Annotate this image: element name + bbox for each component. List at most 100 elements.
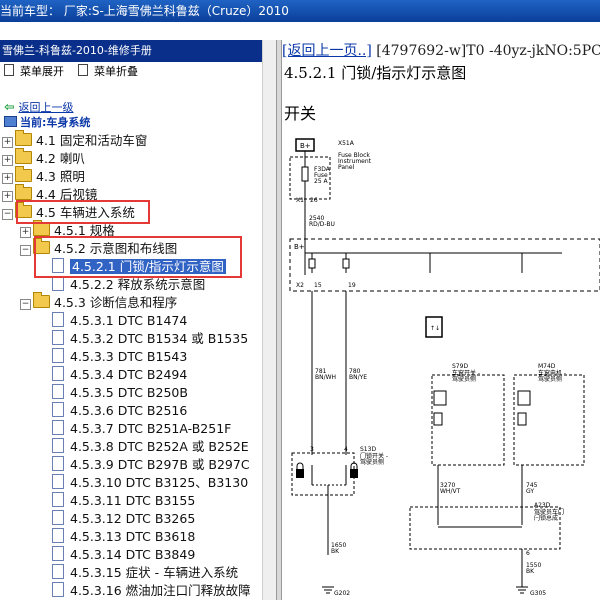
collapse-menu-button[interactable]: 菜单折叠 bbox=[78, 64, 138, 80]
lock-icon-right bbox=[350, 469, 358, 478]
doc-code: [4797692-w]T0 -40yz-jkNO:5PC bbox=[376, 43, 600, 59]
page-icon bbox=[52, 438, 64, 453]
doc-header-line: [返回上一页..] [4797692-w]T0 -40yz-jkNO:5PC bbox=[282, 40, 600, 60]
c2540-label: RD/D-BU bbox=[309, 221, 335, 228]
manual-title: 雪佛兰-科鲁兹-2010-维修手册 bbox=[0, 40, 276, 62]
content-panel: [返回上一页..] [4797692-w]T0 -40yz-jkNO:5PC 4… bbox=[282, 40, 600, 600]
tree-item-dtc-12[interactable]: 4.5.3.12 DTC B3265 bbox=[52, 510, 195, 528]
page-icon bbox=[52, 330, 64, 345]
highlight-box-4-5 bbox=[16, 200, 150, 224]
expand-plus-icon[interactable]: + bbox=[2, 191, 13, 202]
pin15-label: 15 bbox=[314, 282, 322, 289]
s79d-label: S79D bbox=[452, 363, 468, 370]
s79d-desc2: 驾驶员侧 bbox=[452, 375, 476, 383]
page-icon bbox=[52, 402, 64, 417]
expand-plus-icon[interactable]: + bbox=[2, 173, 13, 184]
g202-label: G202 bbox=[334, 590, 350, 597]
tree-item-4-5-3[interactable]: −4.5.3 诊断信息和程序 bbox=[20, 292, 177, 312]
back-page-link[interactable]: [返回上一页..] bbox=[282, 43, 372, 59]
expand-plus-icon[interactable]: + bbox=[20, 227, 31, 238]
pin3-label: 3 bbox=[310, 446, 314, 453]
folder-icon bbox=[33, 220, 50, 236]
collapse-minus-icon[interactable]: − bbox=[20, 245, 31, 256]
page-icon bbox=[52, 384, 64, 399]
page-icon bbox=[52, 582, 64, 597]
tree-item-dtc-7[interactable]: 4.5.3.7 DTC B251A-B251F bbox=[52, 420, 231, 438]
computer-icon bbox=[4, 116, 17, 127]
lock-icon-left bbox=[296, 469, 304, 478]
page-icon bbox=[52, 564, 64, 579]
c1550-label: BK bbox=[526, 568, 535, 575]
wiring-diagram: B+ X51A Fuse Block Instrument Panel F3DA… bbox=[289, 138, 600, 597]
pin26-label: 26 bbox=[310, 197, 318, 204]
tree-item-4-5-2-2[interactable]: 4.5.2.2 释放系统示意图 bbox=[52, 276, 205, 294]
tree-item-dtc-6[interactable]: 4.5.3.6 DTC B2516 bbox=[52, 402, 187, 420]
page-icon bbox=[52, 348, 64, 363]
tree-item-dtc-14[interactable]: 4.5.3.14 DTC B3849 bbox=[52, 546, 195, 564]
m74d-switch bbox=[517, 390, 531, 406]
ground-icon-g202 bbox=[322, 586, 334, 594]
tree-item-dtc-5[interactable]: 4.5.3.5 DTC B250B bbox=[52, 384, 188, 402]
folder-icon bbox=[15, 184, 32, 200]
tree-item-dtc-11[interactable]: 4.5.3.11 DTC B3155 bbox=[52, 492, 195, 510]
m74d-label: M74D bbox=[538, 363, 556, 370]
tree-item-dtc-1[interactable]: 4.5.3.1 DTC B1474 bbox=[52, 312, 187, 330]
c3270-label: WH/VT bbox=[440, 488, 461, 495]
expand-plus-icon[interactable]: + bbox=[2, 155, 13, 166]
c1650-label: BK bbox=[331, 548, 340, 555]
tree-item-dtc-2[interactable]: 4.5.3.2 DTC B1534 或 B1535 bbox=[52, 330, 248, 348]
page-icon bbox=[52, 456, 64, 471]
tree-item-symptom[interactable]: 4.5.3.15 症状 - 车辆进入系统 bbox=[52, 564, 238, 582]
s79d-outline bbox=[431, 374, 505, 466]
x1-label: X1 bbox=[296, 197, 304, 204]
expand-plus-icon[interactable]: + bbox=[2, 137, 13, 148]
bplus2-label: B+ bbox=[294, 243, 305, 251]
page-icon bbox=[52, 546, 64, 561]
left-scrollbar[interactable] bbox=[262, 40, 277, 600]
expand-menu-button[interactable]: 菜单展开 bbox=[4, 64, 64, 80]
x51a-label: X51A bbox=[338, 140, 355, 147]
expand-icon bbox=[4, 64, 14, 76]
back-arrow-icon: ⇦ bbox=[4, 99, 15, 114]
window-title: 当前车型： 厂家:S-上海雪佛兰科鲁兹（Cruze）2010 bbox=[0, 4, 289, 18]
tree-item-dtc-8[interactable]: 4.5.3.8 DTC B252A 或 B252E bbox=[52, 438, 249, 456]
page-icon bbox=[52, 312, 64, 327]
collapse-icon bbox=[78, 64, 88, 76]
folder-open-icon bbox=[33, 292, 50, 308]
g305-label: G305 bbox=[530, 590, 546, 597]
m74d-desc2: 驾驶员侧 bbox=[538, 375, 562, 383]
c745-label: GY bbox=[526, 488, 534, 495]
tree-item-fuel-door[interactable]: 4.5.3.16 燃油加注口门释放故障 bbox=[52, 582, 251, 600]
collapse-minus-icon[interactable]: − bbox=[2, 209, 13, 220]
section-title: 开关 bbox=[284, 104, 317, 123]
collapse-minus-icon[interactable]: − bbox=[20, 299, 31, 310]
page-icon bbox=[52, 492, 64, 507]
bplus-label: B+ bbox=[300, 142, 311, 150]
page-icon bbox=[52, 276, 64, 291]
page-icon bbox=[52, 528, 64, 543]
tree-item-dtc-10[interactable]: 4.5.3.10 DTC B3125、B3130 bbox=[52, 474, 248, 492]
c781-label: BN/WH bbox=[315, 374, 336, 381]
tree-item-dtc-9[interactable]: 4.5.3.9 DTC B297B 或 B297C bbox=[52, 456, 250, 474]
amp-label: 25 A bbox=[314, 178, 329, 185]
fuse-symbol bbox=[301, 166, 309, 182]
window-title-bar: 当前车型： 厂家:S-上海雪佛兰科鲁兹（Cruze）2010 bbox=[0, 0, 600, 22]
tree-item-dtc-3[interactable]: 4.5.3.3 DTC B1543 bbox=[52, 348, 187, 366]
c780-label: BN/YE bbox=[349, 374, 367, 381]
left-panel: 雪佛兰-科鲁兹-2010-维修手册 菜单展开 菜单折叠 ⇦ 返回上一级 当前:车… bbox=[0, 40, 276, 600]
page-icon bbox=[52, 420, 64, 435]
pin4-label: 4 bbox=[344, 446, 348, 453]
s13d-desc2: 驾驶员侧 bbox=[360, 458, 384, 466]
panel-label: Panel bbox=[338, 164, 355, 171]
folder-icon bbox=[15, 130, 32, 146]
s13d-label: S13D bbox=[360, 446, 376, 453]
folder-icon bbox=[15, 148, 32, 164]
a23d-label: A23D bbox=[534, 502, 551, 509]
a23d-desc2: 闩锁总成 bbox=[534, 514, 558, 522]
tree-item-dtc-13[interactable]: 4.5.3.13 DTC B3618 bbox=[52, 528, 195, 546]
tree-item-dtc-4[interactable]: 4.5.3.4 DTC B2494 bbox=[52, 366, 187, 384]
ground-icon-g305 bbox=[516, 586, 528, 594]
pin6-label: 6 bbox=[526, 550, 530, 557]
folder-icon bbox=[15, 166, 32, 182]
highlight-box-4-5-2 bbox=[34, 236, 242, 278]
